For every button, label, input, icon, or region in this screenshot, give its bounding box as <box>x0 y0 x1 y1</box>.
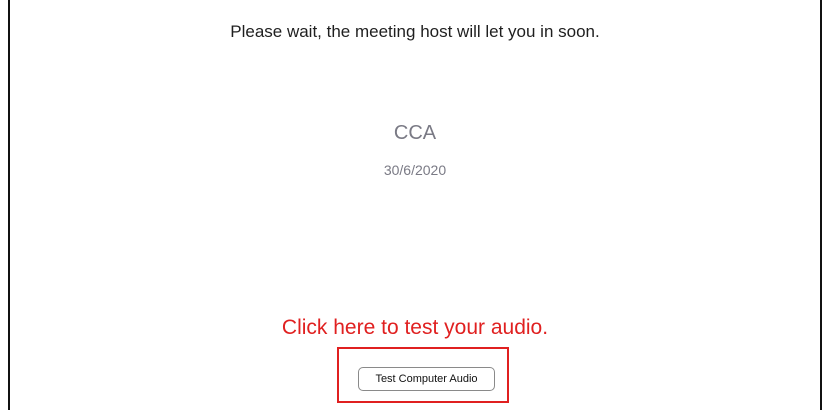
audio-test-annotation: Click here to test your audio. <box>281 316 549 339</box>
window-right-border <box>820 0 822 410</box>
meeting-title: CCA <box>393 122 437 144</box>
test-computer-audio-button[interactable]: Test Computer Audio <box>358 367 495 391</box>
waiting-room-screen: Please wait, the meeting host will let y… <box>0 0 830 410</box>
meeting-date: 30/6/2020 <box>383 162 447 178</box>
waiting-message: Please wait, the meeting host will let y… <box>230 22 600 41</box>
waiting-room-window: Please wait, the meeting host will let y… <box>10 0 820 410</box>
